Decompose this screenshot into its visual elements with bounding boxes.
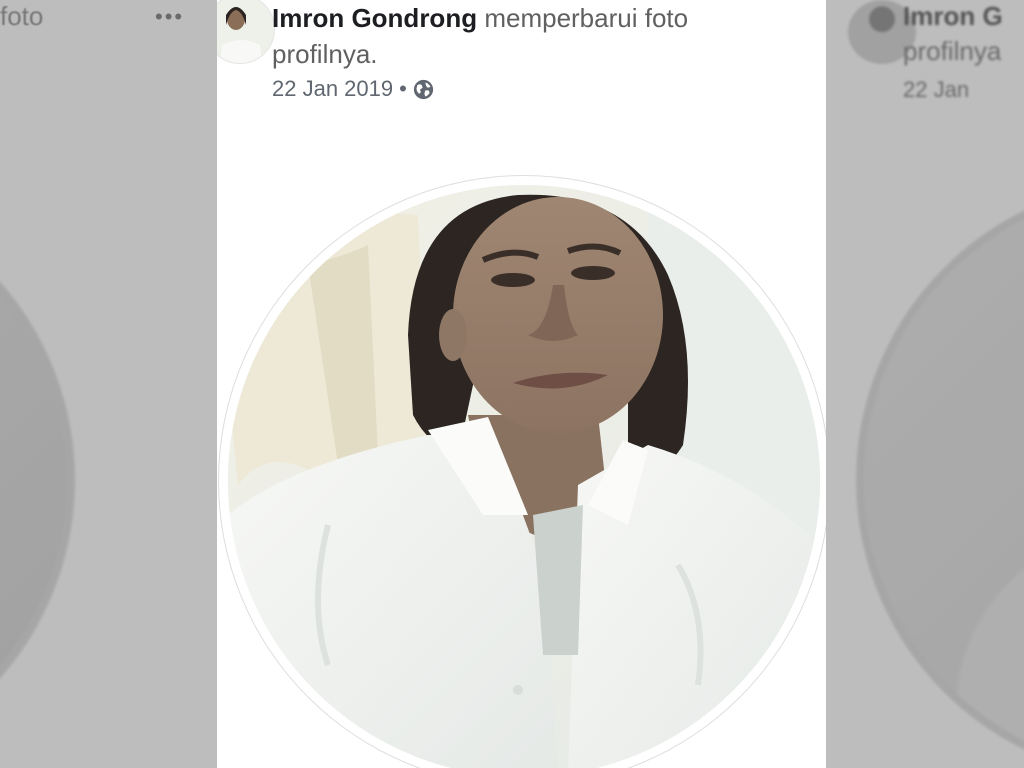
author-avatar[interactable] bbox=[217, 0, 275, 64]
author-name-link[interactable]: Imron Gondrong bbox=[272, 3, 477, 33]
post-date[interactable]: 22 Jan 2019 bbox=[272, 76, 393, 102]
blurred-post-copy bbox=[0, 0, 76, 768]
meta-separator: • bbox=[399, 76, 407, 101]
blurred-profile-photo bbox=[856, 180, 1024, 768]
post-headline: Imron Gondrong memperbarui foto profilny… bbox=[272, 0, 792, 72]
more-options-icon: ••• bbox=[155, 4, 185, 29]
globe-icon[interactable] bbox=[413, 79, 434, 100]
blurred-post-copy: Imron G profilnya 22 Jan bbox=[848, 0, 1024, 768]
blurred-left-panel: foto ••• bbox=[0, 0, 217, 768]
post-header: Imron Gondrong memperbarui foto profilny… bbox=[272, 0, 792, 72]
blurred-date: 22 Jan bbox=[903, 77, 970, 102]
post-card: Imron Gondrong memperbarui foto profilny… bbox=[217, 0, 826, 768]
blurred-profile-photo bbox=[0, 180, 75, 768]
blurred-right-panel: Imron G profilnya 22 Jan bbox=[826, 0, 1024, 768]
blurred-text-fragment: foto bbox=[0, 1, 44, 31]
post-meta: 22 Jan 2019 • bbox=[272, 76, 434, 102]
blurred-author-name: Imron G bbox=[903, 1, 1003, 31]
blurred-action-text: profilnya bbox=[903, 36, 1002, 66]
profile-photo[interactable] bbox=[228, 185, 820, 768]
profile-photo-frame[interactable] bbox=[219, 176, 826, 768]
